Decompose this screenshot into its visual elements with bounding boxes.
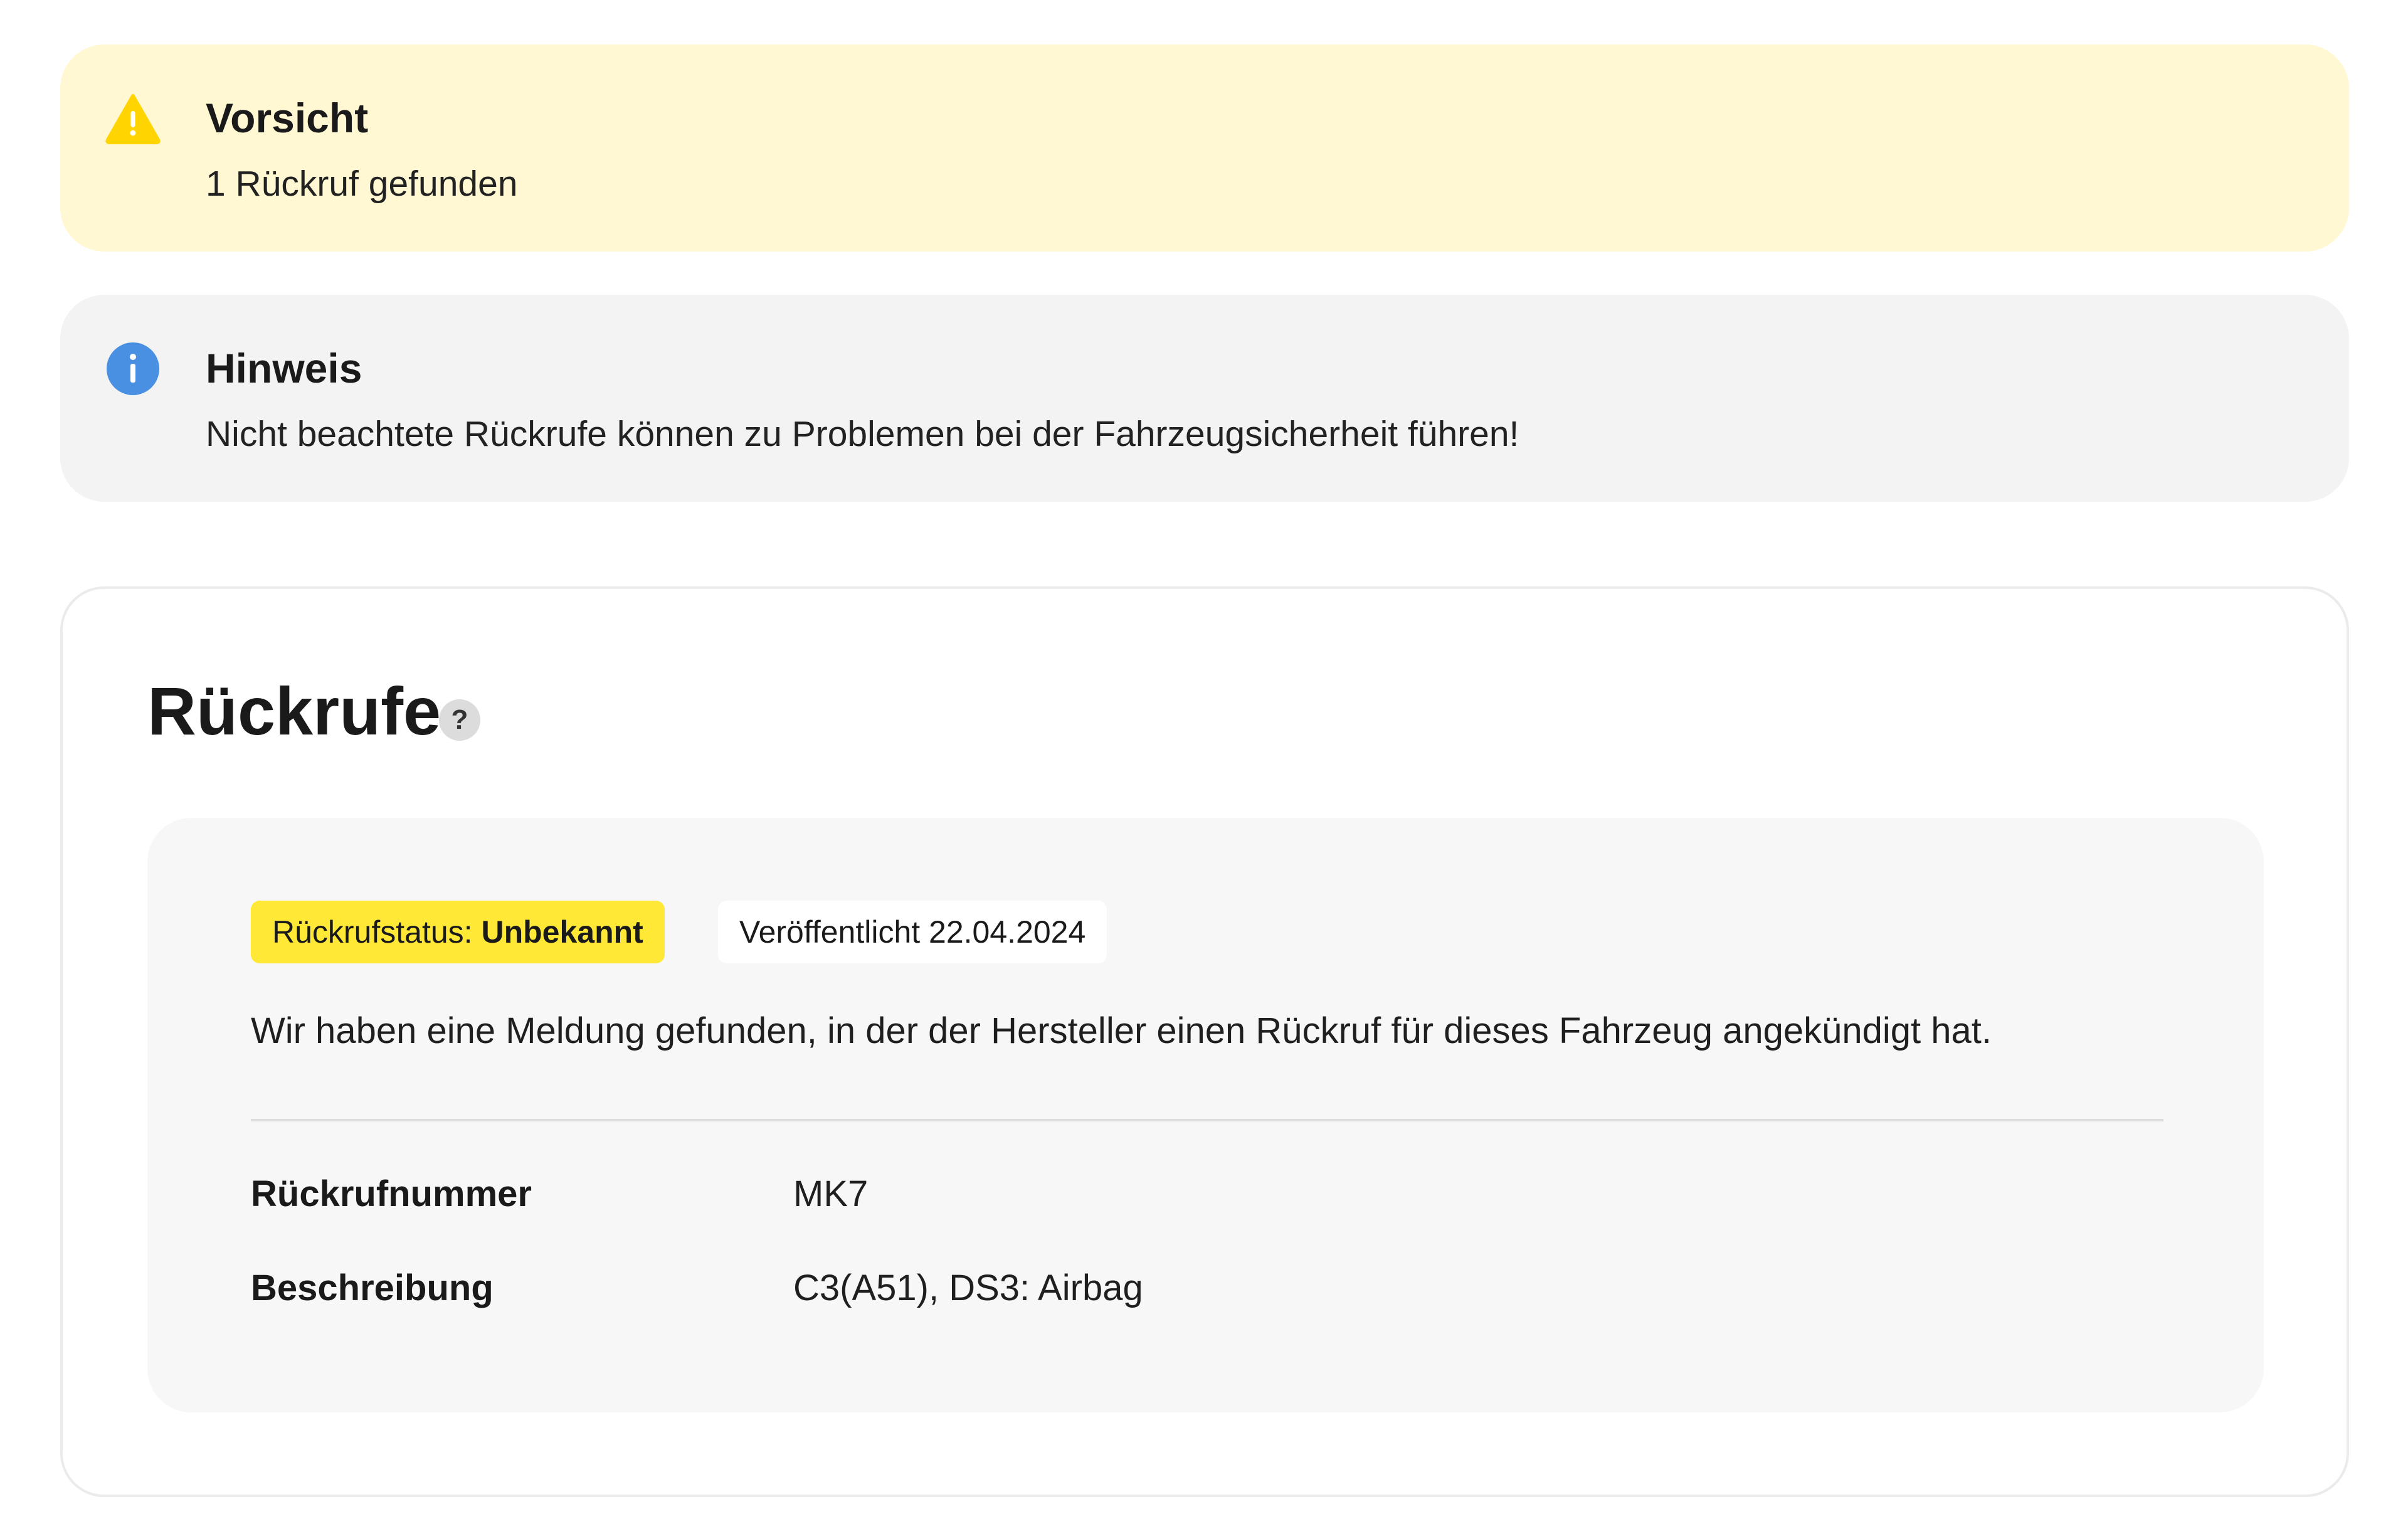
page: Vorsicht 1 Rückruf gefunden Hinweis Nich… [0, 0, 2408, 1536]
recall-status-badge: Rückrufstatus: Unbekannt [251, 901, 665, 963]
recall-status-label: Rückrufstatus: [272, 914, 473, 950]
recalls-title: Rückrufe [147, 673, 441, 749]
info-title: Hinweis [206, 345, 362, 391]
warning-alert: Vorsicht 1 Rückruf gefunden [60, 45, 2349, 252]
recall-item: Rückrufstatus: Unbekannt Veröffentlicht … [147, 818, 2264, 1412]
warning-title: Vorsicht [206, 95, 369, 141]
help-icon[interactable]: ? [439, 699, 480, 741]
info-alert: Hinweis Nicht beachtete Rückrufe können … [60, 295, 2349, 502]
info-text: Nicht beachtete Rückrufe können zu Probl… [206, 414, 1519, 454]
recall-published-badge: Veröffentlicht 22.04.2024 [718, 901, 1107, 963]
recall-status-value: Unbekannt [481, 914, 643, 950]
recall-number-value: MK7 [793, 1173, 869, 1214]
recall-number-label: Rückrufnummer [251, 1173, 532, 1214]
info-circle-icon [107, 342, 159, 395]
recall-description-label: Beschreibung [251, 1268, 494, 1308]
warning-text: 1 Rückruf gefunden [206, 164, 518, 204]
recall-description-value: C3(A51), DS3: Airbag [793, 1268, 1143, 1308]
recall-description: Wir haben eine Meldung gefunden, in der … [251, 1010, 1992, 1051]
recalls-card: Rückrufe ? Rückrufstatus: Unbekannt Verö… [60, 586, 2349, 1497]
divider [251, 1119, 2163, 1121]
warning-triangle-icon [105, 94, 161, 144]
